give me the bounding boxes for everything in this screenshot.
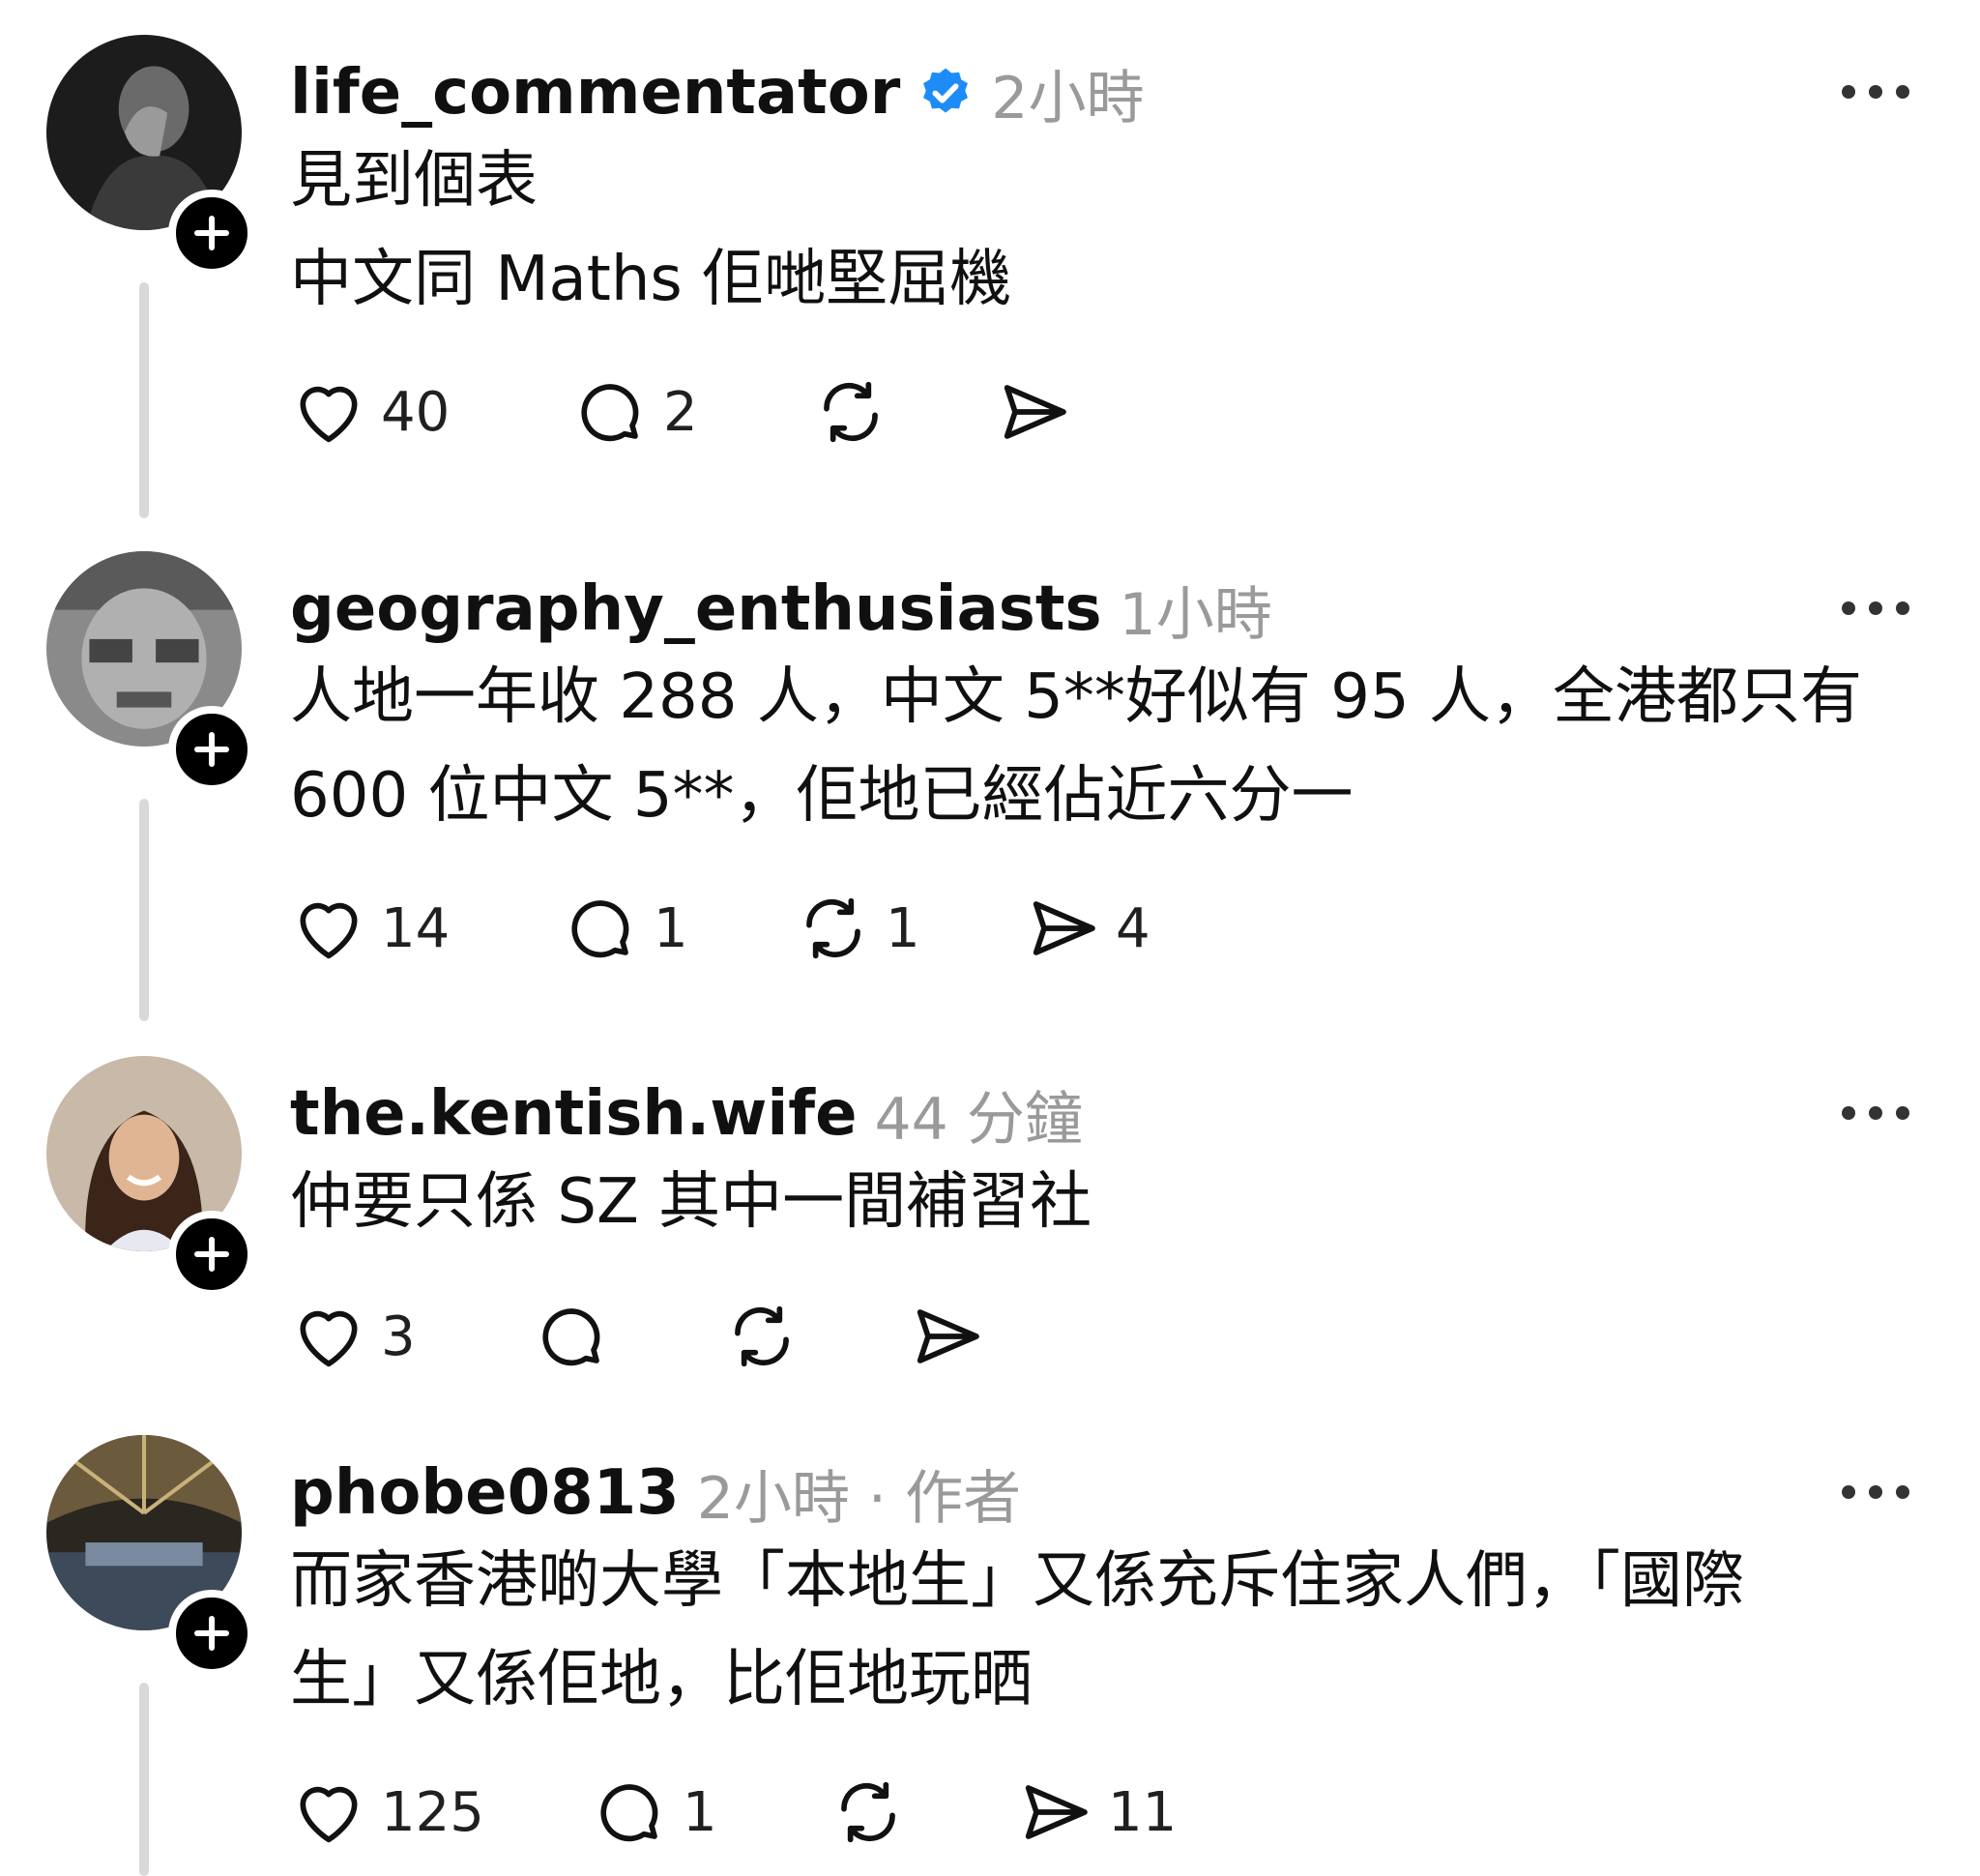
reply-button[interactable]: 1 [592,1773,717,1851]
repost-button[interactable] [723,1298,814,1375]
repost-count: 1 [886,896,920,960]
reply-count: 1 [683,1780,717,1844]
share-icon [1004,385,1066,439]
timestamp: 2小時 [991,64,1145,132]
post-text: 而家香港啲大學「本地生」又係充斥住家人們，「國際 生」又係佢地，比佢地玩晒 [290,1532,1953,1729]
repost-icon [841,1781,895,1843]
timestamp: 1小時 [1119,580,1272,649]
post-text-line: 仲要只係 SZ 其中一間補習社 [290,1166,1092,1238]
more-icon [1842,1106,1909,1120]
more-icon [1842,1485,1909,1499]
like-button[interactable]: 3 [290,1298,416,1375]
username[interactable]: the.kentish.wife [290,1078,858,1150]
timestamp: 44 分鐘 [874,1085,1083,1154]
share-count: 4 [1116,896,1150,960]
plus-icon [194,1616,229,1651]
comment-icon [600,1784,658,1842]
follow-button[interactable] [168,190,255,277]
like-button[interactable]: 125 [290,1773,484,1851]
heart-icon [300,1786,358,1843]
post-text-line: 而家香港啲大學「本地生」又係充斥住家人們，「國際 [290,1545,1744,1617]
username[interactable]: life_commentator [290,57,900,129]
post-text-line: 600 位中文 5**，佢地已經佔近六分一 [290,760,1354,832]
post-text-line: 生」又係佢地，比佢地玩晒 [290,1644,1033,1715]
share-icon [1025,1785,1088,1839]
post-header: life_commentator 2小時 [290,54,1144,132]
username[interactable]: geography_enthusiasts [290,573,1102,645]
like-count: 125 [381,1780,484,1844]
comment-icon [542,1308,600,1366]
follow-button[interactable] [168,1211,255,1298]
heart-icon [300,902,358,959]
verified-icon [917,65,974,121]
post-text: 人地一年收 288 人，中文 5**好似有 95 人，全港都只有 600 位中文… [290,648,1953,845]
more-icon [1842,601,1909,615]
plus-icon [194,1237,229,1272]
reply-count: 2 [663,380,698,444]
share-count: 11 [1108,1780,1178,1844]
like-button[interactable]: 40 [290,373,450,451]
more-options-button[interactable] [1837,1478,1914,1507]
post-text-line: 見到個表 [290,145,538,217]
like-count: 14 [381,896,451,960]
repost-button[interactable] [812,373,903,451]
more-options-button[interactable] [1837,594,1914,623]
post-text: 仲要只係 SZ 其中一間補習社 [290,1153,1953,1251]
reply-button[interactable] [534,1298,625,1375]
heart-icon [300,1310,358,1367]
reply-button[interactable]: 2 [572,373,698,451]
heart-icon [300,386,358,443]
post-header: phobe0813 2小時 · 作者 [290,1454,1021,1533]
reply-button[interactable]: 1 [563,890,688,967]
share-button[interactable]: 11 [1017,1773,1177,1851]
share-button[interactable] [909,1298,1000,1375]
like-count: 3 [381,1304,416,1368]
follow-button[interactable] [168,706,255,793]
share-button[interactable]: 4 [1025,890,1150,967]
comment-icon [581,384,639,442]
username[interactable]: phobe0813 [290,1457,680,1529]
post-text-line: 中文同 Maths 佢哋堅屈機 [290,244,1012,315]
post-text-line: 人地一年收 288 人，中文 5**好似有 95 人，全港都只有 [290,661,1863,733]
thread-line [139,282,149,518]
timestamp: 2小時 · 作者 [696,1464,1022,1533]
post-text: 見到個表 中文同 Maths 佢哋堅屈機 [290,132,1953,329]
more-options-button[interactable] [1837,1099,1914,1128]
thread-line [139,1683,149,1876]
plus-icon [194,732,229,767]
like-button[interactable]: 14 [290,890,450,967]
share-button[interactable] [996,373,1087,451]
thread-line [139,799,149,1021]
repost-icon [806,897,860,959]
repost-button[interactable] [830,1773,920,1851]
post-header: the.kentish.wife 44 分鐘 [290,1075,1083,1154]
more-icon [1842,85,1909,99]
more-options-button[interactable] [1837,77,1914,106]
share-icon [1033,901,1095,955]
share-icon [917,1309,979,1363]
repost-icon [824,381,878,443]
follow-button[interactable] [168,1590,255,1677]
repost-icon [735,1305,789,1367]
comment-icon [571,900,629,958]
plus-icon [194,216,229,250]
like-count: 40 [381,380,451,444]
repost-button[interactable]: 1 [795,890,920,967]
reply-count: 1 [654,896,688,960]
post-header: geography_enthusiasts 1小時 [290,571,1272,649]
